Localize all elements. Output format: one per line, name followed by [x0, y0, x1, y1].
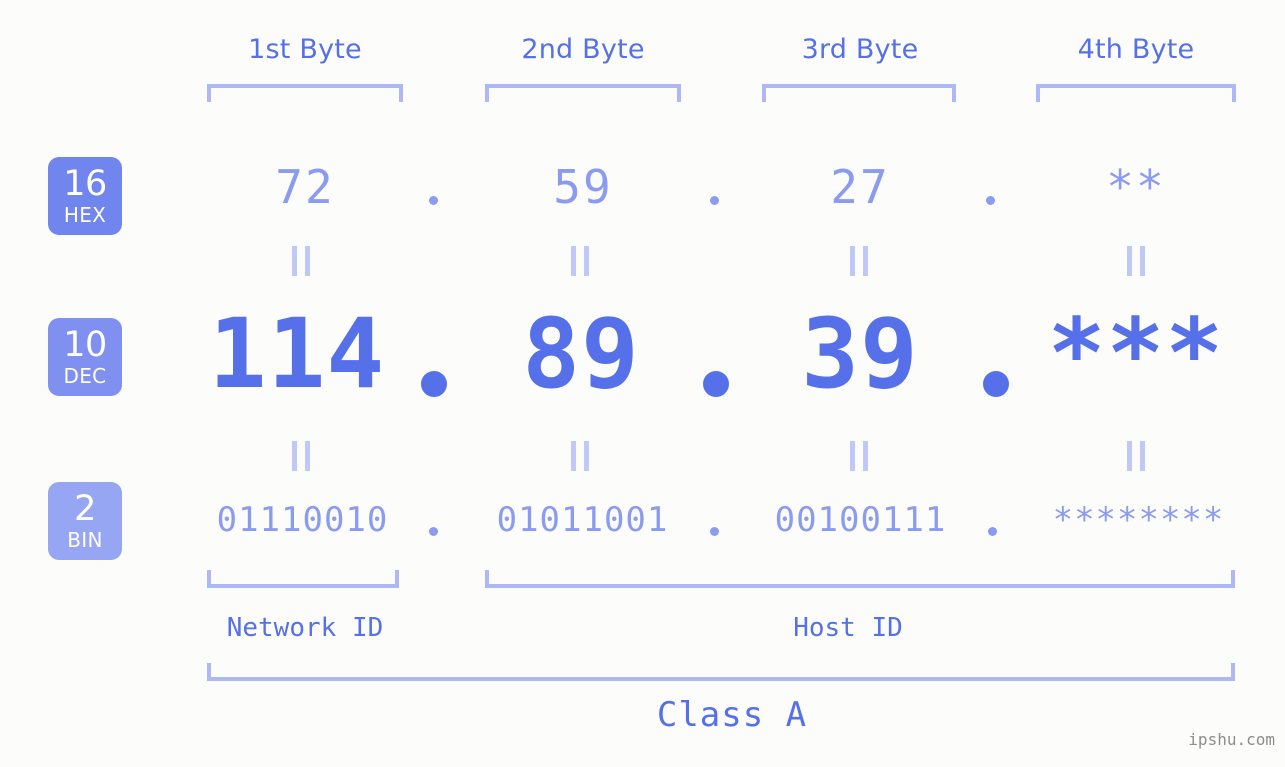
dec-byte-3: 39	[801, 298, 919, 410]
class-bracket	[207, 663, 1235, 681]
host-id-label: Host ID	[793, 613, 903, 643]
equals-connector-dec-bin-3	[850, 441, 868, 471]
bin-byte-1: 01110010	[216, 500, 389, 540]
dec-separator-dot-2	[703, 371, 729, 397]
hex-byte-3: 27	[830, 160, 890, 214]
class-label: Class A	[656, 695, 808, 735]
hex-separator-dot-3	[986, 196, 995, 205]
equals-connector-hex-dec-2	[571, 246, 589, 276]
dec-row: 114 89 39 ***	[0, 298, 1285, 418]
byte-bracket-4	[1036, 84, 1236, 102]
byte-header-1: 1st Byte	[248, 34, 362, 65]
hex-row: 72 59 27 **	[0, 160, 1285, 220]
hex-separator-dot-1	[429, 196, 438, 205]
ip-address-breakdown-diagram: 1st Byte 2nd Byte 3rd Byte 4th Byte 16 H…	[0, 0, 1285, 767]
hex-byte-1: 72	[275, 160, 335, 214]
bin-byte-4: ********	[1052, 500, 1225, 540]
equals-connector-hex-dec-1	[292, 246, 310, 276]
hex-byte-4: **	[1106, 160, 1166, 214]
dec-byte-2: 89	[522, 298, 640, 410]
network-id-bracket	[207, 570, 399, 588]
bin-row: 01110010 01011001 00100111 ********	[0, 500, 1285, 550]
bin-separator-dot-3	[988, 527, 997, 536]
dec-byte-4: ***	[1047, 298, 1225, 410]
bin-byte-3: 00100111	[774, 500, 947, 540]
dec-byte-1: 114	[208, 298, 386, 410]
byte-header-3: 3rd Byte	[801, 34, 919, 65]
equals-connector-dec-bin-4	[1127, 441, 1145, 471]
equals-connector-hex-dec-4	[1127, 246, 1145, 276]
dec-separator-dot-1	[421, 371, 447, 397]
bin-separator-dot-2	[710, 527, 719, 536]
equals-connector-dec-bin-2	[571, 441, 589, 471]
site-watermark: ipshu.com	[1188, 730, 1275, 749]
byte-bracket-3	[762, 84, 956, 102]
dec-separator-dot-3	[983, 371, 1009, 397]
network-id-label: Network ID	[226, 613, 384, 643]
byte-bracket-2	[485, 84, 681, 102]
host-id-bracket	[485, 570, 1235, 588]
equals-connector-dec-bin-1	[292, 441, 310, 471]
hex-byte-2: 59	[553, 160, 613, 214]
byte-header-2: 2nd Byte	[521, 34, 645, 65]
bin-byte-2: 01011001	[496, 500, 669, 540]
hex-separator-dot-2	[710, 196, 719, 205]
byte-header-4: 4th Byte	[1077, 34, 1195, 65]
byte-bracket-1	[207, 84, 403, 102]
equals-connector-hex-dec-3	[850, 246, 868, 276]
bin-separator-dot-1	[429, 527, 438, 536]
